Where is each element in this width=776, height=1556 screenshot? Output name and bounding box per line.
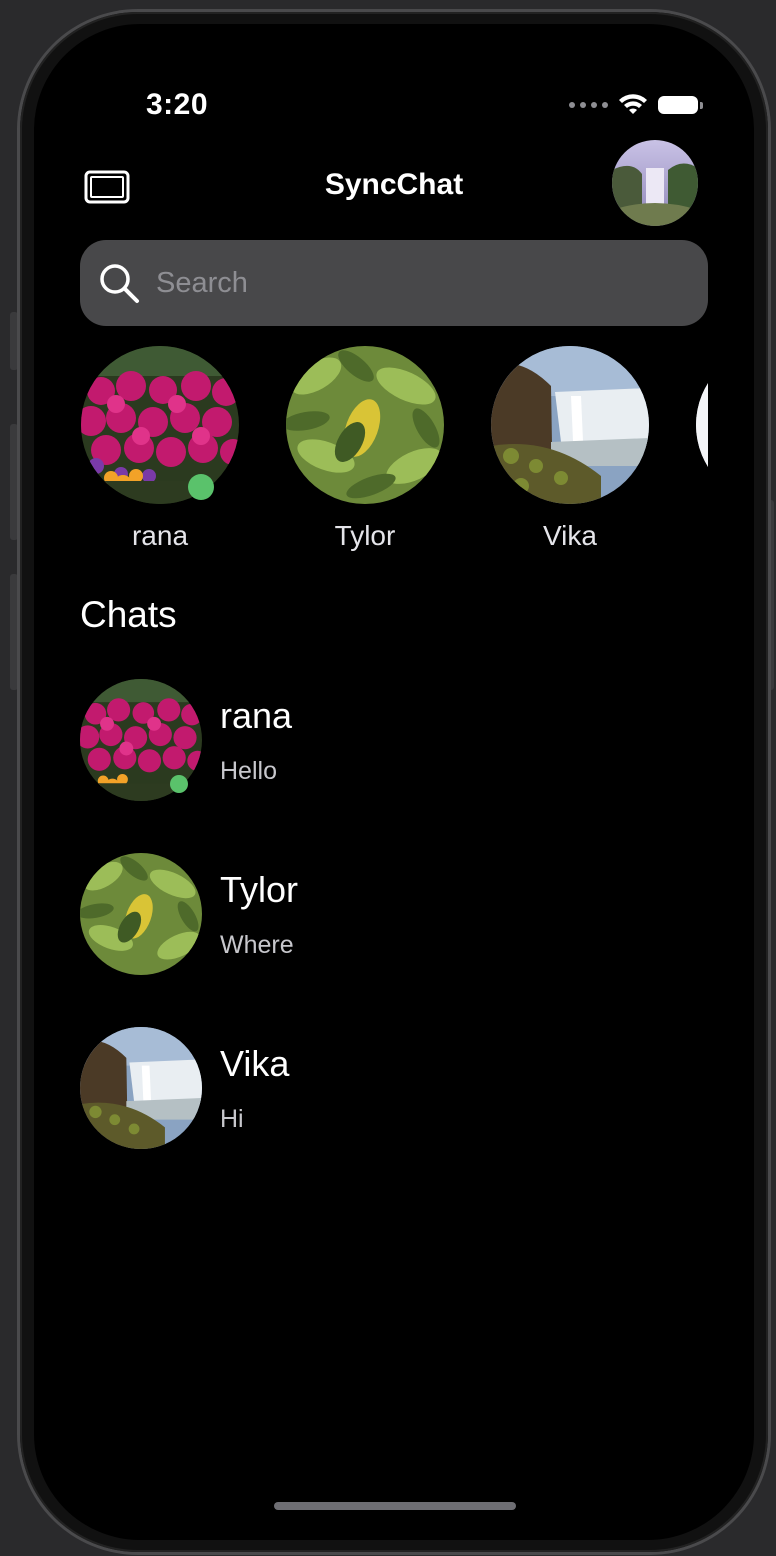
avatar	[696, 346, 708, 504]
home-indicator[interactable]	[274, 1502, 516, 1510]
profile-photo	[612, 140, 698, 226]
chat-name: rana	[220, 695, 293, 736]
device-frame-backdrop: 3:20 SyncChat Search rana Tylor Vika Cha…	[0, 0, 776, 1556]
chat-row[interactable]: Vika Hi	[80, 1027, 708, 1151]
status-time: 3:20	[146, 88, 209, 121]
volume-down-button	[10, 574, 18, 690]
chat-last-message: Where	[220, 931, 294, 959]
story-rana[interactable]: rana	[80, 346, 240, 552]
online-status-dot	[188, 474, 214, 500]
wifi-icon	[619, 94, 647, 114]
profile-avatar[interactable]	[612, 140, 698, 226]
search-input[interactable]	[154, 265, 678, 301]
story-name: rana	[131, 520, 189, 551]
chats-section-title: Chats	[80, 594, 177, 635]
mute-switch	[10, 312, 18, 370]
avatar	[491, 346, 649, 504]
chat-row[interactable]: rana Hello	[80, 679, 708, 803]
chat-last-message: Hello	[220, 757, 277, 785]
chat-name: Vika	[220, 1043, 290, 1084]
volume-up-button	[10, 424, 18, 540]
avatar	[286, 346, 444, 504]
story-tylor[interactable]: Tylor	[285, 346, 445, 552]
search-icon	[100, 264, 139, 303]
chat-last-message: Hi	[220, 1105, 244, 1133]
phone-device: 3:20 SyncChat Search rana Tylor Vika Cha…	[20, 12, 768, 1552]
search-bar[interactable]	[80, 240, 708, 326]
avatar	[81, 346, 239, 504]
status-indicators	[569, 94, 703, 116]
chat-name: Tylor	[220, 869, 299, 910]
avatar	[80, 853, 202, 975]
battery-icon	[658, 96, 703, 114]
cellular-signal-icon	[569, 102, 608, 108]
active-users-row: rana Tylor Vika	[80, 346, 708, 556]
avatar	[80, 1027, 202, 1149]
story-name: Tylor	[334, 520, 396, 551]
chat-row[interactable]: Tylor Where	[80, 853, 708, 977]
story-name: Vika	[543, 520, 597, 551]
story-partial[interactable]	[695, 346, 708, 504]
online-status-dot	[170, 775, 188, 793]
story-vika[interactable]: Vika	[490, 346, 650, 552]
app-screen: 3:20 SyncChat Search rana Tylor Vika Cha…	[34, 24, 754, 1540]
